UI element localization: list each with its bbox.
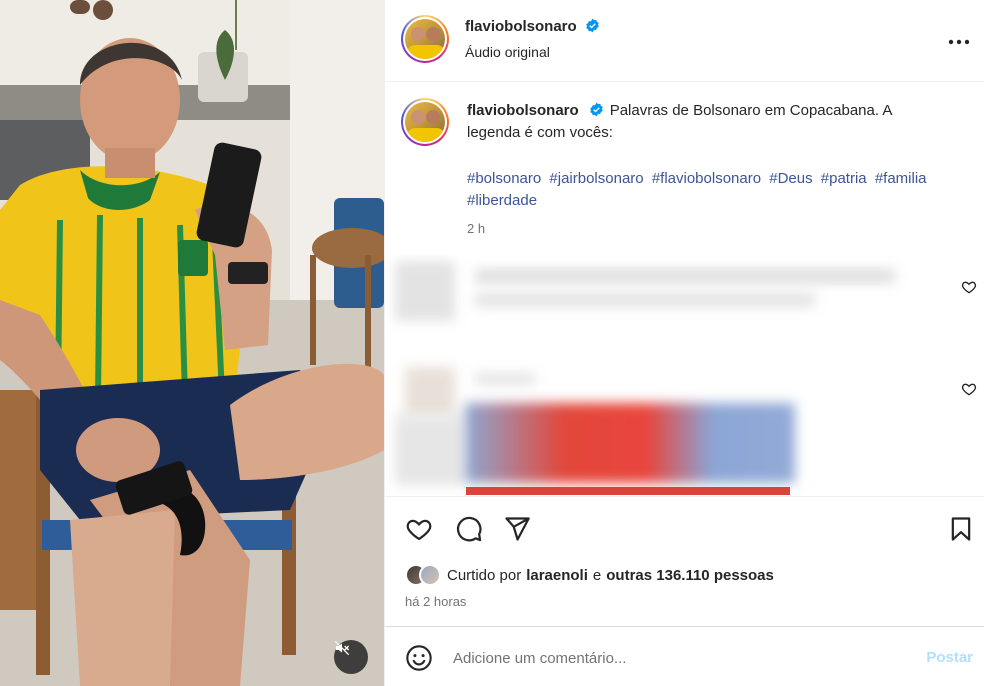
post-actions: Curtido por laraenoli e outras 136.110 p… bbox=[385, 496, 984, 626]
post-video[interactable] bbox=[0, 0, 384, 686]
bookmark-icon[interactable] bbox=[947, 515, 975, 543]
more-options-button[interactable] bbox=[947, 30, 971, 54]
verified-badge-icon bbox=[589, 102, 603, 117]
caption-text: flaviobolsonaro Palavras de Bolsonaro em… bbox=[467, 100, 947, 144]
blurred-comment-text bbox=[475, 269, 895, 283]
blurred-comment-text bbox=[475, 293, 815, 307]
mute-toggle-button[interactable] bbox=[334, 640, 368, 674]
verified-badge-icon bbox=[586, 18, 599, 33]
liked-by-prefix: Curtido por bbox=[447, 566, 522, 584]
audio-label[interactable]: Áudio original bbox=[465, 44, 550, 60]
comment-list bbox=[385, 255, 984, 495]
share-icon[interactable] bbox=[503, 515, 531, 543]
emoji-icon[interactable] bbox=[405, 644, 433, 672]
post-comment-button[interactable]: Postar bbox=[926, 649, 973, 666]
comment-input[interactable] bbox=[453, 645, 893, 671]
author-username[interactable]: flaviobolsonaro bbox=[465, 18, 577, 35]
liked-by-others[interactable]: outras 136.110 pessoas bbox=[606, 567, 774, 584]
video-frame-illustration bbox=[0, 0, 384, 686]
comment-icon[interactable] bbox=[455, 515, 483, 543]
hashtag-link[interactable]: #liberdade bbox=[467, 192, 537, 209]
hashtag-link[interactable]: #bolsonaro bbox=[467, 170, 541, 187]
like-comment-icon[interactable] bbox=[961, 279, 977, 295]
post-timestamp[interactable]: há 2 horas bbox=[405, 594, 466, 609]
hashtag-link[interactable]: #patria bbox=[821, 170, 867, 187]
post-details-panel: flaviobolsonaro Áudio original flaviobol… bbox=[384, 0, 984, 686]
author-avatar[interactable] bbox=[401, 15, 449, 63]
heart-icon[interactable] bbox=[405, 515, 433, 543]
blurred-comment-image bbox=[465, 403, 795, 483]
hashtag-list: #bolsonaro #jairbolsonaro #flaviobolsona… bbox=[467, 168, 947, 212]
hashtag-link[interactable]: #flaviobolsonaro bbox=[652, 170, 761, 187]
post-header: flaviobolsonaro Áudio original bbox=[385, 0, 984, 82]
comment-image-strip bbox=[466, 487, 790, 495]
add-comment-bar: Postar bbox=[385, 626, 984, 686]
like-comment-icon[interactable] bbox=[961, 381, 977, 397]
likes-summary[interactable]: Curtido por laraenoli e outras 136.110 p… bbox=[405, 563, 774, 587]
blurred-comment-avatar bbox=[395, 261, 455, 321]
blurred-comment-avatar bbox=[405, 367, 455, 417]
liked-by-connector: e bbox=[592, 566, 602, 584]
hashtag-link[interactable]: #familia bbox=[875, 170, 927, 187]
hashtag-link[interactable]: #jairbolsonaro bbox=[549, 170, 643, 187]
more-options-icon bbox=[948, 39, 970, 45]
muted-speaker-icon bbox=[334, 640, 350, 656]
liked-by-user[interactable]: laraenoli bbox=[526, 567, 588, 584]
hashtag-link[interactable]: #Deus bbox=[769, 170, 812, 187]
caption-username[interactable]: flaviobolsonaro bbox=[467, 102, 579, 119]
caption-author-avatar[interactable] bbox=[401, 98, 449, 146]
blurred-comment-avatar bbox=[395, 415, 465, 485]
caption-timestamp[interactable]: 2 h bbox=[467, 221, 485, 236]
liker-avatar bbox=[419, 564, 441, 586]
blurred-comment-text bbox=[475, 373, 535, 385]
